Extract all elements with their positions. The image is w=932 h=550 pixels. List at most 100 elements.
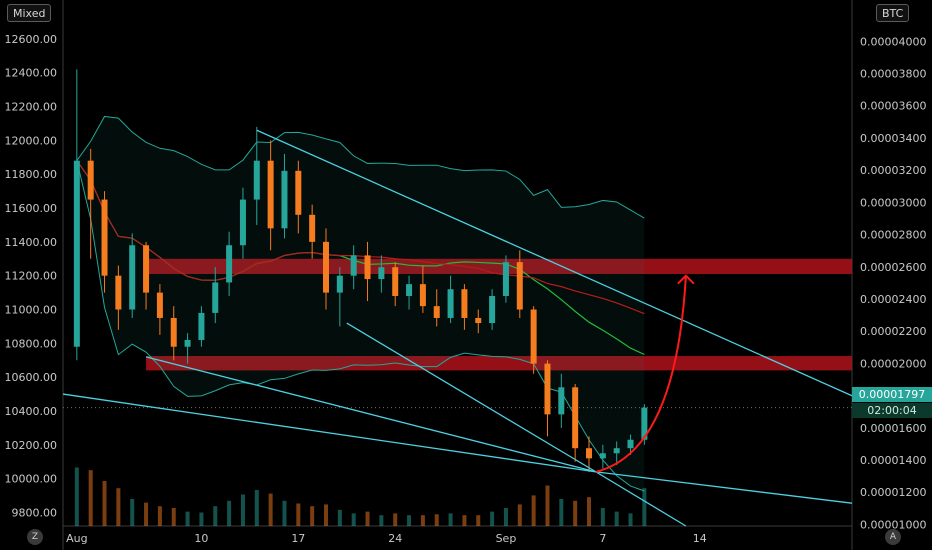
candle-body: [87, 160, 94, 200]
volume-bar: [227, 500, 232, 526]
candle-body: [198, 312, 205, 340]
time-tick-label: 24: [388, 532, 402, 545]
time-tick-label: Sep: [496, 532, 517, 545]
right-tick-label: 0.00001200: [860, 486, 926, 499]
volume-bar: [324, 504, 328, 526]
candle-body: [392, 267, 399, 296]
candle-body: [406, 284, 413, 296]
candle-body: [336, 275, 343, 293]
volume-bar: [531, 495, 536, 526]
candle-body: [115, 275, 122, 310]
right-tick-label: 0.00003800: [860, 68, 926, 81]
volume-bar: [102, 481, 107, 526]
volume-bar: [573, 500, 578, 526]
volume-bar: [628, 513, 633, 526]
left-tick-label: 10800.00: [5, 337, 58, 350]
volume-bar: [254, 490, 259, 526]
timezone-icon[interactable]: Z: [27, 529, 43, 545]
time-tick-label: 7: [599, 532, 606, 545]
volume-bar: [130, 499, 135, 526]
time-tick-label: 14: [693, 532, 707, 545]
candle-body: [143, 245, 150, 293]
bar-countdown-tag: 02:00:04: [852, 403, 932, 418]
volume-bar: [74, 467, 79, 526]
candle-body: [253, 160, 260, 200]
left-tick-label: 11800.00: [5, 168, 58, 181]
volume-bar: [116, 488, 121, 526]
volume-bar: [448, 513, 453, 526]
left-tick-label: 12600.00: [5, 33, 58, 46]
trendline-4: [62, 393, 597, 473]
volume-bar: [420, 515, 425, 526]
volume-bar: [559, 499, 564, 526]
candle-body: [433, 306, 440, 318]
candle-body: [447, 289, 454, 318]
volume-bar: [171, 508, 176, 526]
left-tick-label: 10200.00: [5, 439, 58, 452]
candle-body: [378, 267, 385, 280]
volume-bars: [74, 467, 647, 526]
right-tick-label: 0.00001400: [860, 454, 926, 467]
left-tick-label: 9800.00: [12, 506, 58, 519]
candle-body: [558, 387, 565, 415]
candle-body: [364, 255, 371, 280]
right-btc-axis[interactable]: 0.00004000 0.00003800 0.00003600 0.00003400…: [860, 35, 926, 531]
candle-body: [156, 292, 163, 318]
volume-bar: [296, 503, 301, 526]
candle-body: [502, 262, 509, 296]
volume-bar: [503, 508, 508, 526]
volume-bar: [490, 511, 495, 526]
volume-bar: [407, 515, 412, 526]
last-price-tag: 0.00001797: [852, 387, 932, 402]
volume-bar: [600, 508, 605, 526]
volume-bar: [88, 470, 93, 526]
quote-currency-badge[interactable]: BTC: [876, 4, 910, 22]
volume-bar: [240, 494, 245, 526]
candle-body: [475, 317, 482, 324]
trendline-3: [145, 356, 597, 473]
candle-body: [101, 199, 108, 276]
volume-bar: [337, 509, 342, 526]
auto-scale-icon[interactable]: A: [885, 529, 901, 545]
candlestick-chart[interactable]: 12600.00 12400.00 12200.00 12000.00 11800.00…: [0, 0, 932, 550]
time-tick-label: Aug: [66, 532, 87, 545]
volume-bar: [545, 485, 550, 526]
candle-body: [516, 262, 523, 310]
candle-body: [323, 241, 329, 293]
right-tick-label: 0.00002400: [860, 293, 926, 306]
volume-bar: [185, 511, 190, 526]
scale-mode-badge[interactable]: Mixed: [7, 4, 52, 22]
volume-bar: [379, 515, 384, 526]
left-tick-label: 11600.00: [5, 202, 58, 215]
candle-body: [627, 439, 634, 449]
candle-body: [239, 199, 246, 246]
volume-bar: [310, 506, 315, 526]
candle-body: [530, 309, 537, 364]
right-tick-label: 0.00002000: [860, 357, 926, 370]
candle-body: [599, 453, 606, 459]
right-tick-label: 0.00002200: [860, 325, 926, 338]
left-price-axis[interactable]: 12600.00 12400.00 12200.00 12000.00 11800.00…: [5, 33, 58, 520]
volume-bar: [144, 502, 149, 526]
candle-body: [212, 282, 219, 313]
candle-body: [350, 255, 357, 276]
candle-body: [586, 448, 592, 459]
volume-bar: [268, 493, 273, 526]
candle-body: [129, 245, 136, 310]
left-tick-label: 11200.00: [5, 270, 58, 283]
volume-bar: [393, 513, 398, 526]
left-tick-label: 10600.00: [5, 371, 58, 384]
volume-bar: [282, 500, 287, 526]
right-tick-label: 0.00002800: [860, 229, 926, 242]
candle-body: [572, 387, 579, 449]
right-tick-label: 0.00002600: [860, 261, 926, 274]
candle-body: [184, 339, 191, 347]
candle-body: [613, 448, 620, 454]
candle-body: [170, 317, 177, 347]
volume-bar: [213, 506, 218, 526]
right-tick-label: 0.00001600: [860, 422, 926, 435]
candle-body: [489, 295, 496, 324]
volume-bar: [434, 514, 439, 526]
volume-bar: [476, 515, 481, 526]
time-axis[interactable]: Aug 10 17 24 Sep 7 14: [66, 532, 707, 545]
